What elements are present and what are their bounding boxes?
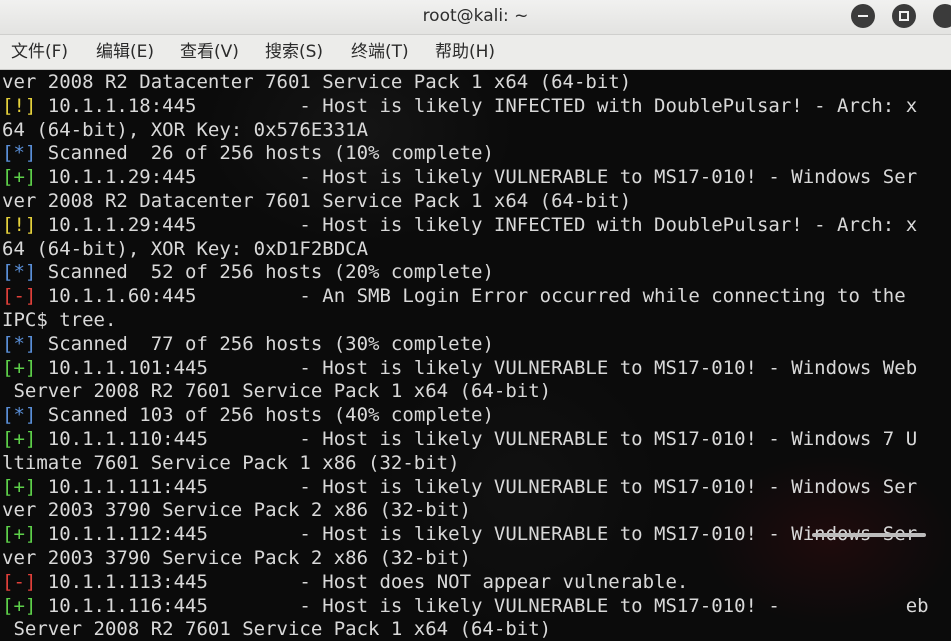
terminal-line: ver 2003 3790 Service Pack 2 x86 (32-bit… (2, 498, 471, 522)
line-text: 10.1.1.29:445 - Host is likely VULNERABL… (36, 166, 918, 189)
terminal-line: ver 2008 R2 Datacenter 7601 Service Pack… (2, 70, 631, 94)
terminal-line: [+] 10.1.1.29:445 - Host is likely VULNE… (2, 165, 917, 189)
status-tag: [+] (2, 594, 37, 617)
line-text: ver 2003 3790 Service Pack 2 x86 (32-bit… (2, 547, 471, 569)
maximize-icon[interactable] (892, 4, 916, 28)
menu-file[interactable]: 文件(F) (11, 35, 68, 69)
terminal-line: [+] 10.1.1.101:445 - Host is likely VULN… (2, 356, 917, 380)
terminal-line: 64 (64-bit), XOR Key: 0x576E331A (2, 118, 368, 142)
title-bar[interactable]: root@kali: ~ (0, 0, 951, 35)
menu-terminal[interactable]: 终端(T) (351, 35, 409, 69)
terminal-line: Server 2008 R2 7601 Service Pack 1 x64 (… (2, 617, 551, 641)
status-tag: [+] (2, 356, 37, 379)
status-tag: [*] (2, 142, 37, 165)
terminal-line: [!] 10.1.1.29:445 - Host is likely INFEC… (2, 213, 917, 237)
line-text: 64 (64-bit), XOR Key: 0xD1F2BDCA (2, 237, 369, 260)
line-text: 10.1.1.113:445 - Host does NOT appear vu… (36, 570, 689, 593)
terminal-line: [+] 10.1.1.110:445 - Host is likely VULN… (2, 427, 917, 451)
terminal-line: ver 2003 3790 Service Pack 2 x86 (32-bit… (2, 546, 471, 570)
redaction-bar (812, 533, 926, 537)
status-tag: [*] (2, 261, 37, 284)
line-text: IPC$ tree. (2, 309, 117, 331)
line-text: ltimate 7601 Service Pack 1 x86 (32-bit) (2, 451, 460, 474)
terminal-line: Server 2008 R2 7601 Service Pack 1 x64 (… (2, 379, 551, 403)
terminal-line: [+] 10.1.1.116:445 - Host is likely VULN… (2, 594, 929, 618)
terminal-line: [!] 10.1.1.18:445 - Host is likely INFEC… (2, 94, 917, 118)
line-text: 10.1.1.116:445 - Host is likely VULNERAB… (36, 594, 929, 617)
line-text: 10.1.1.110:445 - Host is likely VULNERAB… (36, 428, 918, 450)
line-text: 10.1.1.29:445 - Host is likely INFECTED … (36, 213, 918, 236)
line-text: 10.1.1.18:445 - Host is likely INFECTED … (36, 94, 918, 117)
status-tag: [+] (2, 166, 37, 189)
terminal-line: [*] Scanned 26 of 256 hosts (10% complet… (2, 141, 494, 165)
window-title: root@kali: ~ (422, 6, 529, 26)
line-text: Scanned 52 of 256 hosts (20% complete) (36, 261, 494, 284)
terminal-line: [*] Scanned 103 of 256 hosts (40% comple… (2, 403, 494, 427)
terminal-output[interactable]: ver 2008 R2 Datacenter 7601 Service Pack… (0, 70, 951, 641)
line-text: 10.1.1.60:445 - An SMB Login Error occur… (36, 285, 906, 308)
close-icon[interactable] (933, 4, 951, 28)
minimize-icon[interactable] (851, 4, 875, 28)
line-text: Scanned 77 of 256 hosts (30% complete) (36, 332, 494, 355)
menu-edit[interactable]: 编辑(E) (96, 35, 154, 69)
status-tag: [*] (2, 332, 37, 355)
line-text: 10.1.1.112:445 - Host is likely VULNERAB… (36, 523, 918, 546)
terminal-line: [*] Scanned 52 of 256 hosts (20% complet… (2, 260, 494, 284)
menu-help[interactable]: 帮助(H) (435, 35, 495, 69)
line-text: 10.1.1.111:445 - Host is likely VULNERAB… (36, 475, 918, 498)
terminal-line: [+] 10.1.1.111:445 - Host is likely VULN… (2, 475, 917, 499)
status-tag: [-] (2, 570, 37, 593)
line-text: ver 2008 R2 Datacenter 7601 Service Pack… (2, 71, 632, 93)
line-text: 64 (64-bit), XOR Key: 0x576E331A (2, 118, 369, 141)
status-tag: [+] (2, 428, 37, 450)
terminal-line: [+] 10.1.1.112:445 - Host is likely VULN… (2, 522, 917, 546)
status-tag: [+] (2, 475, 37, 498)
status-tag: [!] (2, 213, 37, 236)
terminal-line: [*] Scanned 77 of 256 hosts (30% complet… (2, 332, 494, 356)
line-text: ver 2008 R2 Datacenter 7601 Service Pack… (2, 190, 632, 212)
terminal-line: IPC$ tree. (2, 308, 116, 332)
menu-search[interactable]: 搜索(S) (265, 35, 323, 69)
line-text: Scanned 103 of 256 hosts (40% complete) (36, 404, 494, 427)
line-text: Scanned 26 of 256 hosts (10% complete) (36, 142, 494, 165)
line-text: Server 2008 R2 7601 Service Pack 1 x64 (… (2, 380, 552, 403)
terminal-line: [-] 10.1.1.60:445 - An SMB Login Error o… (2, 284, 906, 308)
menu-view[interactable]: 查看(V) (180, 35, 239, 69)
terminal-line: ver 2008 R2 Datacenter 7601 Service Pack… (2, 189, 631, 213)
menu-bar: 文件(F) 编辑(E) 查看(V) 搜索(S) 终端(T) 帮助(H) (0, 35, 951, 70)
line-text: Server 2008 R2 7601 Service Pack 1 x64 (… (2, 618, 552, 641)
line-text: 10.1.1.101:445 - Host is likely VULNERAB… (36, 356, 918, 379)
terminal-window: root@kali: ~ 文件(F) 编辑(E) 查看(V) 搜索(S) 终端(… (0, 0, 951, 641)
status-tag: [*] (2, 404, 37, 427)
terminal-line: 64 (64-bit), XOR Key: 0xD1F2BDCA (2, 237, 368, 261)
status-tag: [-] (2, 285, 37, 308)
status-tag: [+] (2, 523, 37, 546)
terminal-line: [-] 10.1.1.113:445 - Host does NOT appea… (2, 570, 688, 594)
line-text: ver 2003 3790 Service Pack 2 x86 (32-bit… (2, 499, 471, 522)
status-tag: [!] (2, 94, 37, 117)
terminal-line: ltimate 7601 Service Pack 1 x86 (32-bit) (2, 451, 460, 475)
